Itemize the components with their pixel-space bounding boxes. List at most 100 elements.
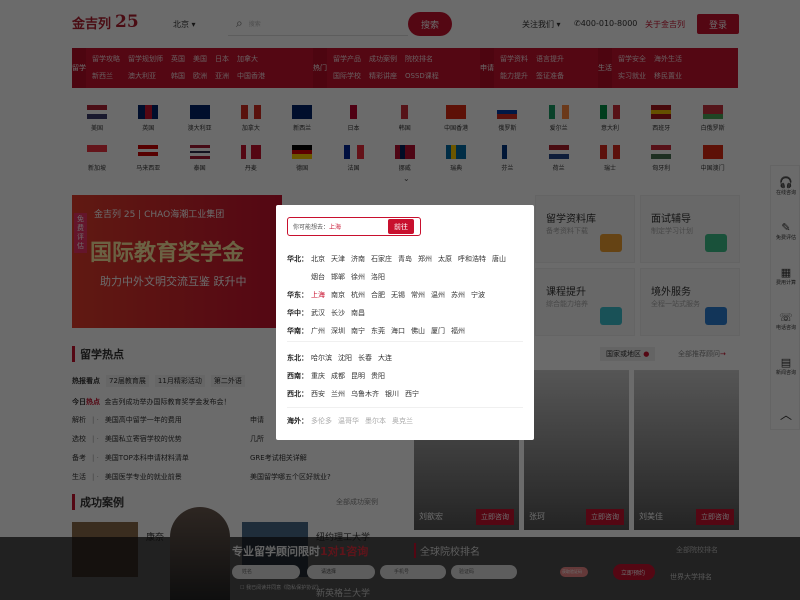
city-link[interactable]: 长沙	[331, 304, 345, 322]
city-link[interactable]: 奥克兰	[392, 412, 413, 430]
today-news-link[interactable]: 金吉列成功举办国际教育奖学金发布会！	[104, 398, 230, 406]
advisor-card[interactable]: 刘美佳 立即咨询	[634, 370, 739, 530]
city-link[interactable]: 重庆	[311, 367, 325, 385]
country-flag-item[interactable]: 俄罗斯	[487, 105, 527, 132]
city-link[interactable]: 西宁	[405, 385, 419, 403]
sidebar-item[interactable]: 🎧 在线咨询	[771, 176, 800, 196]
city-link[interactable]: 武汉	[311, 304, 325, 322]
get-code-button[interactable]: 获取验证码	[560, 567, 588, 577]
city-link[interactable]: 郑州	[418, 250, 432, 268]
sidebar-item[interactable]: ▤ 新闻咨询	[771, 356, 800, 376]
nav-item[interactable]: 成功案例	[369, 54, 397, 64]
nav-item[interactable]: 留学规划师	[128, 54, 163, 64]
country-flag-item[interactable]: 日本	[334, 105, 374, 132]
consult-button[interactable]: 立即咨询	[476, 509, 514, 525]
code-input[interactable]: 验证码	[451, 565, 517, 579]
country-select[interactable]: 请选择	[307, 565, 375, 579]
nav-item[interactable]: 签证准备	[536, 71, 564, 81]
city-link[interactable]: 长春	[358, 349, 372, 367]
city-link[interactable]: 呼和浩特	[458, 250, 486, 268]
city-link[interactable]: 南宁	[351, 322, 365, 340]
country-flag-item[interactable]: 中国香港	[436, 105, 476, 132]
nav-item[interactable]: 澳大利亚	[128, 71, 163, 81]
service-card[interactable]: 境外服务 全程一站式服务	[640, 268, 740, 336]
country-flag-item[interactable]: 匈牙利	[641, 145, 681, 172]
free-eval-tag[interactable]: 免费评估	[74, 213, 87, 253]
country-flag-item[interactable]: 泰国	[180, 145, 220, 172]
promo-banner[interactable]: 免费评估 金吉列 25 | CHAO海潮工业集团 国际教育奖学金 助力中外文明交…	[72, 195, 282, 328]
agree-checkbox[interactable]: ☐ 我已阅读并同意《隐私保护协议》	[240, 584, 321, 591]
hot-article-link[interactable]: 申请	[250, 416, 264, 424]
nav-item[interactable]: 海外生活	[654, 54, 682, 64]
nav-item[interactable]: 留学安全	[618, 54, 646, 64]
nav-item[interactable]: 留学攻略	[92, 54, 120, 64]
city-link[interactable]: 太原	[438, 250, 452, 268]
all-cases-link[interactable]: 全部成功案例	[336, 497, 378, 507]
country-flag-item[interactable]: 澳大利亚	[180, 105, 220, 132]
hot-article-link[interactable]: GRE考试相关详解	[250, 454, 307, 462]
nav-item[interactable]: 亚洲	[215, 71, 229, 81]
country-flag-item[interactable]: 西班牙	[641, 105, 681, 132]
city-link[interactable]: 温州	[431, 286, 445, 304]
country-flag-item[interactable]: 英国	[128, 105, 168, 132]
nav-item[interactable]: 英国	[171, 54, 185, 64]
hot-article-link[interactable]: 几所	[250, 435, 264, 443]
name-input[interactable]: 姓名	[232, 565, 300, 579]
search-input[interactable]: ⌕ 搜索	[228, 12, 408, 36]
city-link[interactable]: 墨尔本	[365, 412, 386, 430]
back-to-top-icon[interactable]: ︿	[771, 406, 800, 423]
city-link[interactable]: 哈尔滨	[311, 349, 332, 367]
city-link[interactable]: 天津	[331, 250, 345, 268]
service-card[interactable]: 面试辅导 制定学习计划	[640, 195, 740, 263]
nav-item[interactable]: 日本	[215, 54, 229, 64]
hot-article-link[interactable]: 美国高中留学一年的费用	[105, 416, 182, 424]
country-flag-item[interactable]: 意大利	[590, 105, 630, 132]
city-link[interactable]: 大连	[378, 349, 392, 367]
country-flag-item[interactable]: 芬兰	[487, 145, 527, 172]
hot-category[interactable]: 解析	[72, 416, 86, 424]
nav-item[interactable]: 韩国	[171, 71, 185, 81]
suggest-city[interactable]: 上海	[329, 222, 341, 231]
consult-button[interactable]: 立即咨询	[696, 509, 734, 525]
consult-button[interactable]: 立即咨询	[586, 509, 624, 525]
city-link[interactable]: 南昌	[351, 304, 365, 322]
city-link[interactable]: 海口	[391, 322, 405, 340]
country-flag-item[interactable]: 瑞典	[436, 145, 476, 172]
nav-item[interactable]: 留学资料	[500, 54, 528, 64]
country-flag-item[interactable]: 荷兰	[539, 145, 579, 172]
nav-item[interactable]: 欧洲	[193, 71, 207, 81]
country-filter[interactable]: 国家或地区 ●	[600, 347, 656, 361]
hot-article-link[interactable]: 美国留学哪五个区好就业?	[250, 473, 331, 481]
city-link[interactable]: 多伦多	[311, 412, 332, 430]
city-link[interactable]: 唐山	[492, 250, 506, 268]
city-link[interactable]: 东莞	[371, 322, 385, 340]
hot-article-link[interactable]: 美国TOP本科申请材料清单	[105, 454, 189, 462]
sidebar-item[interactable]: ✎ 免费评估	[771, 221, 800, 241]
search-button[interactable]: 搜索	[408, 12, 452, 36]
city-link[interactable]: 北京	[311, 250, 325, 268]
service-card[interactable]: 留学资料库 备考资料下载	[535, 195, 635, 263]
city-link[interactable]: 佛山	[411, 322, 425, 340]
city-link[interactable]: 洛阳	[371, 268, 385, 286]
city-link[interactable]: 广州	[311, 322, 325, 340]
nav-item[interactable]: 国际学校	[333, 71, 361, 81]
country-flag-item[interactable]: 加拿大	[231, 105, 271, 132]
nav-item[interactable]: 留学产品	[333, 54, 361, 64]
city-link[interactable]: 福州	[451, 322, 465, 340]
nav-item[interactable]: 院校排名	[405, 54, 439, 64]
nav-item[interactable]: 移民置业	[654, 71, 682, 81]
hot-article-link[interactable]: 美国私立寄宿学校的优势	[105, 435, 182, 443]
country-flag-item[interactable]: 新加坡	[77, 145, 117, 172]
city-link[interactable]: 沈阳	[338, 349, 352, 367]
city-link[interactable]: 成都	[331, 367, 345, 385]
sidebar-item[interactable]: ☏ 电话咨询	[771, 311, 800, 331]
all-ranking-link[interactable]: 全部院校排名	[676, 545, 718, 555]
case-title[interactable]: 新英格兰大学	[316, 586, 370, 599]
city-link[interactable]: 徐州	[351, 268, 365, 286]
country-flag-item[interactable]: 新西兰	[282, 105, 322, 132]
city-link[interactable]: 石家庄	[371, 250, 392, 268]
country-flag-item[interactable]: 瑞士	[590, 145, 630, 172]
city-link[interactable]: 宁波	[471, 286, 485, 304]
city-link[interactable]: 济南	[351, 250, 365, 268]
advisor-card[interactable]: 张珂 立即咨询	[524, 370, 629, 530]
